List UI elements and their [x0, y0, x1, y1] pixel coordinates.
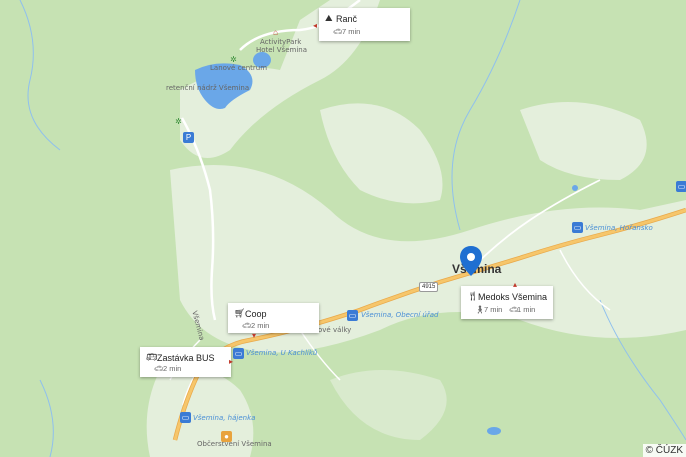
place-label: Lanové centrum: [210, 64, 268, 72]
bus-stop-label[interactable]: Všemina, hájenka: [193, 414, 255, 422]
restaurant-icon[interactable]: ●: [221, 431, 232, 442]
travel-time: 2 min: [163, 364, 182, 373]
bus-stop-icon[interactable]: ▭: [572, 222, 583, 233]
bus-icon: 🚌︎: [146, 352, 158, 362]
poi-card-title: Coop: [245, 309, 267, 319]
poi-card-title: Medoks Všemina: [478, 292, 548, 302]
place-label: Občerstvení Všemina: [197, 440, 272, 448]
bicycle-icon[interactable]: ✲: [228, 54, 239, 65]
place-label: retenční nádrž Všemina: [166, 84, 250, 92]
map-canvas[interactable]: [0, 0, 686, 457]
bus-stop-label[interactable]: Všemina, Hořansko: [585, 224, 653, 232]
bus-stop-label[interactable]: Všemina, U Kachlíků: [246, 349, 317, 357]
poi-card-coop[interactable]: 🛒︎ Coop 🚗︎ 2 min ▾: [228, 303, 319, 340]
poi-card-zastavka[interactable]: 🚌︎ Zastávka BUS 🚗︎ 2 min ▸: [140, 347, 234, 377]
location-pin-icon[interactable]: [459, 245, 483, 277]
bicycle-icon[interactable]: ✲: [173, 116, 184, 127]
bus-stop-label[interactable]: Všemina, Obecní úřad: [361, 311, 438, 319]
poi-card-title: Ranč: [336, 14, 358, 24]
bus-stop-icon[interactable]: ▭: [676, 181, 686, 192]
bus-stop-icon[interactable]: ▭: [347, 310, 358, 321]
direction-arrow-icon: ▾: [252, 331, 257, 340]
direction-arrow-icon: ◂: [313, 21, 318, 30]
place-label: Hotel Všemina: [256, 46, 307, 54]
poi-card-title: Zastávka BUS: [157, 353, 215, 363]
travel-time: 7 min: [342, 27, 361, 36]
road-number-badge: 4915: [419, 282, 439, 292]
place-label: ActivityPark: [260, 38, 302, 46]
copyright-attribution[interactable]: © ČÚZK: [642, 444, 686, 457]
bus-stop-icon[interactable]: ▭: [180, 412, 191, 423]
hotel-icon[interactable]: ⌂: [270, 27, 281, 38]
direction-arrow-icon: ▴: [513, 280, 518, 289]
travel-time: 1 min: [517, 305, 536, 314]
travel-time: 2 min: [251, 321, 270, 330]
direction-arrow-icon: ▸: [229, 357, 234, 366]
parking-icon[interactable]: P: [183, 132, 194, 143]
poi-card-ranc[interactable]: ⛰ Ranč 🚗︎ 7 min ◂: [313, 8, 410, 41]
place-label: ové války: [318, 326, 352, 334]
bus-stop-icon[interactable]: ▭: [233, 348, 244, 359]
walk-time: 7 min: [484, 305, 503, 314]
restaurant-icon: 🍴︎: [467, 291, 479, 301]
cart-icon: 🛒︎: [234, 308, 246, 318]
poi-card-medoks[interactable]: 🍴︎ Medoks Všemina 🚶︎ 7 min 🚗︎ 1 min ▴: [461, 280, 553, 319]
hiking-icon: ⛰: [325, 13, 333, 23]
